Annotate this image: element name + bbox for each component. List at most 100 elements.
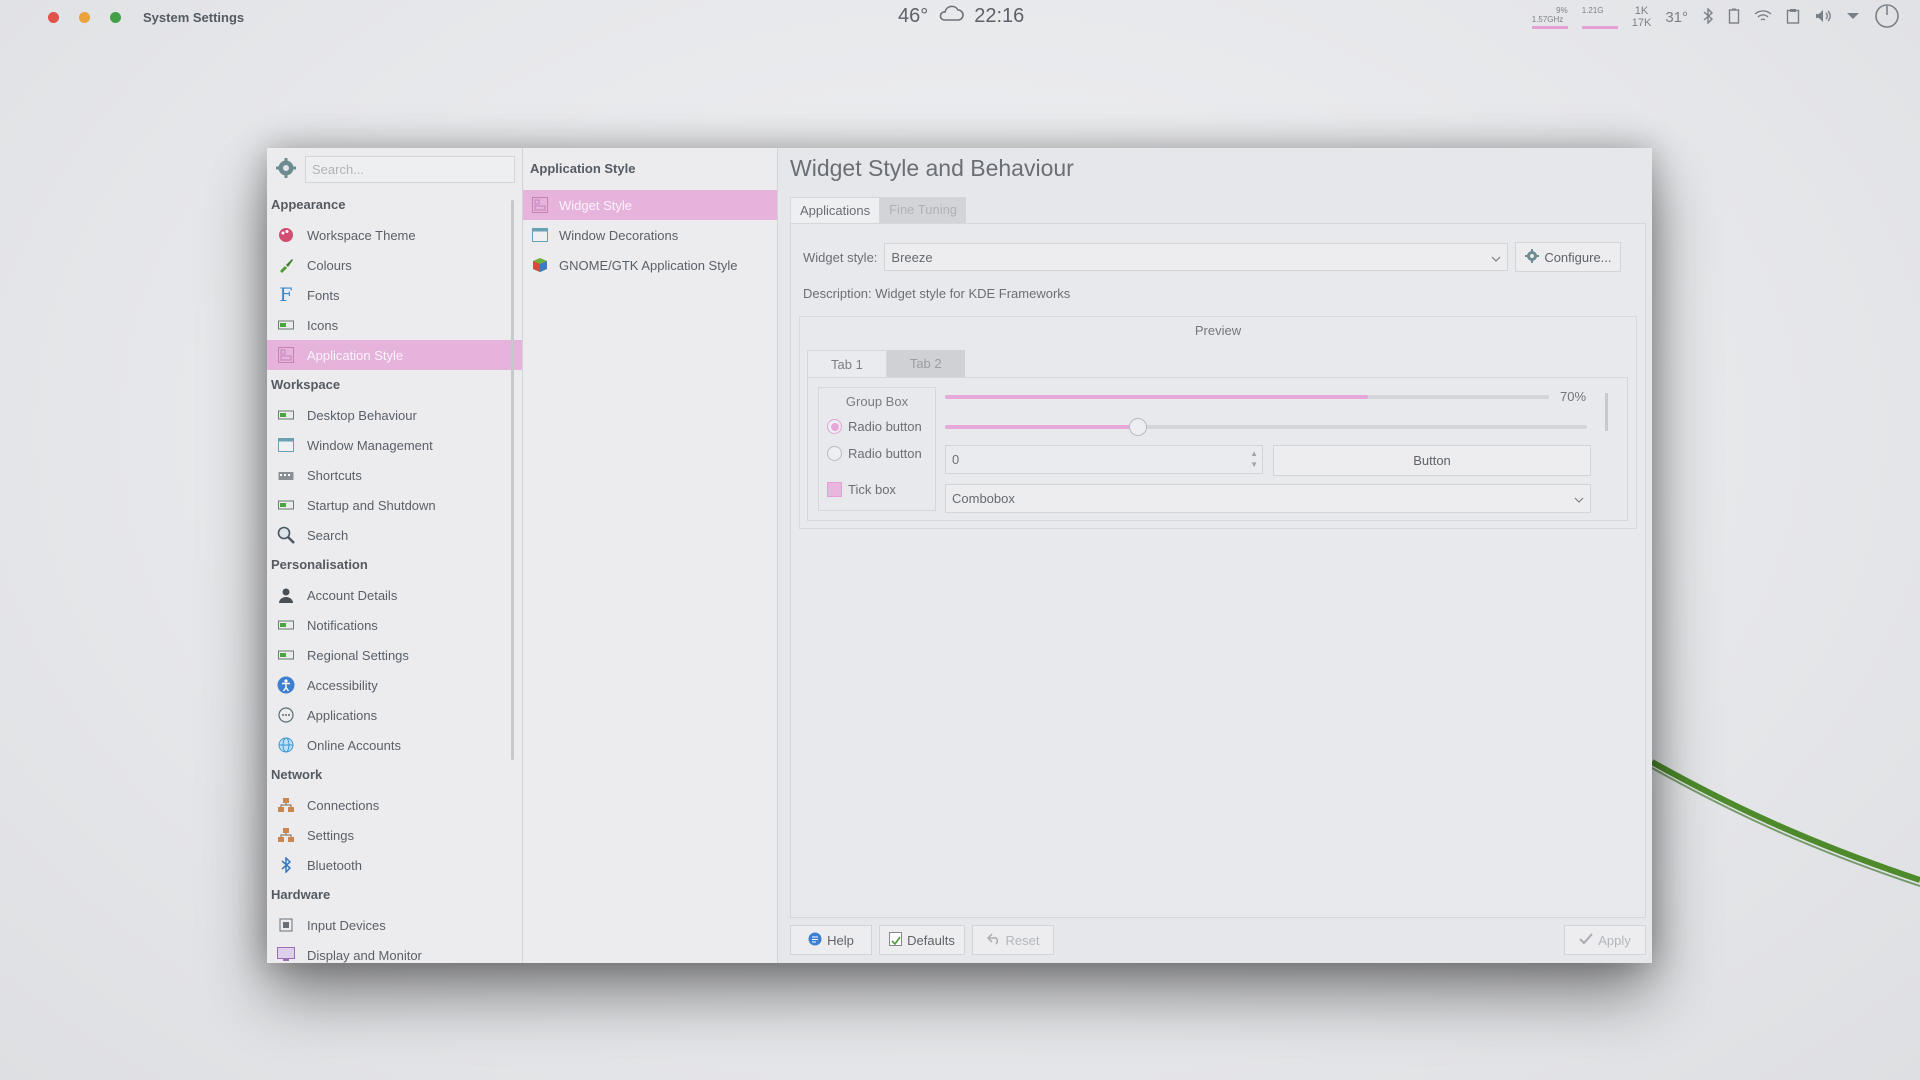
defaults-button[interactable]: Defaults: [879, 925, 965, 955]
sidebar-item-input-devices[interactable]: Input Devices: [267, 910, 522, 940]
net-up: 17K: [1631, 17, 1652, 29]
sidebar-item-account-details[interactable]: Account Details: [267, 580, 522, 610]
subcategory-panel: Application Style Widget Style Window De…: [523, 148, 778, 963]
bluetooth-icon[interactable]: [1702, 6, 1714, 27]
power-icon[interactable]: [1874, 3, 1900, 32]
sidebar-item-applications[interactable]: Applications: [267, 700, 522, 730]
network-monitor[interactable]: 1K 17K: [1632, 5, 1652, 29]
radio-label: Radio button: [848, 419, 922, 434]
tick-label: Tick box: [848, 482, 896, 497]
subcategory-widget-style[interactable]: Widget Style: [523, 190, 777, 220]
reset-button[interactable]: Reset: [972, 925, 1054, 955]
subcategory-window-decorations[interactable]: Window Decorations: [523, 220, 777, 250]
cpu-monitor[interactable]: 9% 1.57GHz: [1531, 5, 1568, 29]
window-controls: [48, 11, 121, 23]
subcategory-label: Window Decorations: [559, 227, 679, 243]
sidebar-item-label: Applications: [307, 707, 378, 723]
sidebar-scrollbar[interactable]: [511, 200, 514, 760]
subcategory-label: Widget Style: [559, 197, 632, 213]
sidebar-item-bluetooth[interactable]: Bluetooth: [267, 850, 522, 880]
slider-handle[interactable]: [1128, 418, 1147, 436]
preview-spinbox[interactable]: 0 ▲ ▼: [945, 445, 1263, 474]
icons-icon: [277, 316, 295, 334]
defaults-label: Defaults: [907, 932, 955, 948]
tab-applications[interactable]: Applications: [790, 197, 881, 223]
sidebar-item-workspace-theme[interactable]: Workspace Theme: [267, 220, 522, 250]
cpu-percent: 9%: [1556, 5, 1568, 15]
sidebar-item-network-settings[interactable]: Settings: [267, 820, 522, 850]
sidebar-item-label: Display and Monitor: [307, 947, 422, 963]
preview-tab-1[interactable]: Tab 1: [807, 350, 887, 377]
sidebar-item-shortcuts[interactable]: Shortcuts: [267, 460, 522, 490]
preview-button[interactable]: Button: [1273, 445, 1591, 476]
gear-icon: [1525, 248, 1540, 266]
sidebar-item-display-monitor[interactable]: Display and Monitor: [267, 940, 522, 963]
minimize-button[interactable]: [79, 11, 90, 23]
preview-scrollbar[interactable]: [1605, 393, 1608, 431]
category-hardware: Hardware: [271, 887, 331, 902]
widget-style-combobox[interactable]: Breeze: [884, 243, 1509, 271]
volume-icon[interactable]: [1814, 8, 1832, 27]
help-button[interactable]: Help: [790, 925, 872, 955]
sidebar-item-label: Fonts: [307, 287, 340, 303]
bluetooth-icon: [277, 856, 295, 874]
sidebar-item-regional-settings[interactable]: Regional Settings: [267, 640, 522, 670]
sidebar-item-fonts[interactable]: F Fonts: [267, 280, 522, 310]
clipboard-icon[interactable]: [1786, 8, 1800, 27]
configure-button[interactable]: Configure...: [1515, 242, 1622, 272]
preview-radio-2[interactable]: Radio button: [819, 440, 935, 467]
temperature: 46°: [898, 4, 929, 27]
progress-label: 70%: [1560, 389, 1587, 404]
top-panel: System Settings 46° 22:16 9% 1.57GHz 1.2…: [0, 0, 1920, 34]
sidebar-item-application-style[interactable]: Application Style: [267, 340, 522, 370]
subcategory-gtk-style[interactable]: GNOME/GTK Application Style: [523, 250, 777, 280]
content-tabs: Applications Fine Tuning: [790, 197, 967, 223]
sidebar-item-label: Workspace Theme: [307, 227, 416, 243]
preview-tick-box[interactable]: Tick box: [819, 476, 935, 503]
preview-tab-2[interactable]: Tab 2: [886, 350, 965, 377]
notification-icon: [277, 616, 295, 634]
settings-gear-icon[interactable]: [275, 157, 297, 182]
preview-group-box: Group Box Radio button Radio button Tick…: [818, 387, 936, 511]
input-devices-icon: [277, 916, 295, 934]
window-icon: [277, 436, 295, 454]
preview-title: Preview: [1194, 323, 1242, 338]
sidebar-item-desktop-behaviour[interactable]: Desktop Behaviour: [267, 400, 522, 430]
sidebar-item-connections[interactable]: Connections: [267, 790, 522, 820]
cloud-icon: [938, 4, 964, 28]
tray-expand-icon[interactable]: [1846, 10, 1860, 24]
sidebar-item-search[interactable]: Search: [267, 520, 522, 550]
preview-slider[interactable]: [945, 425, 1587, 429]
spinbox-arrows-icon[interactable]: ▲ ▼: [1250, 448, 1258, 470]
sidebar-item-startup-shutdown[interactable]: Startup and Shutdown: [267, 490, 522, 520]
sidebar-item-window-management[interactable]: Window Management: [267, 430, 522, 460]
close-button[interactable]: [48, 11, 59, 23]
widget-style-icon: [531, 196, 549, 214]
wifi-icon[interactable]: [1754, 9, 1772, 26]
radio-label: Radio button: [848, 446, 922, 461]
preview-radio-1[interactable]: Radio button: [819, 413, 935, 440]
active-window-title: System Settings: [143, 9, 245, 25]
battery-icon[interactable]: [1728, 8, 1740, 27]
apply-button[interactable]: Apply: [1564, 925, 1646, 955]
maximize-button[interactable]: [110, 11, 121, 23]
sidebar-item-label: Colours: [307, 257, 352, 273]
sidebar-item-label: Application Style: [307, 347, 404, 363]
sidebar-item-label: Settings: [307, 827, 354, 843]
progress-fill: [945, 395, 1368, 399]
cpu-temperature[interactable]: 31°: [1665, 9, 1688, 26]
sidebar-item-label: Desktop Behaviour: [307, 407, 417, 423]
search-input[interactable]: [305, 155, 515, 183]
weather-clock[interactable]: 46° 22:16: [898, 4, 1024, 28]
sidebar-item-online-accounts[interactable]: Online Accounts: [267, 730, 522, 760]
sidebar-item-notifications[interactable]: Notifications: [267, 610, 522, 640]
memory-monitor[interactable]: 1.21G: [1581, 6, 1618, 29]
sidebar-item-colours[interactable]: Colours: [267, 250, 522, 280]
page-title: Widget Style and Behaviour: [790, 155, 1074, 181]
sidebar-item-icons[interactable]: Icons: [267, 310, 522, 340]
tab-fine-tuning[interactable]: Fine Tuning: [880, 197, 967, 223]
sidebar-item-accessibility[interactable]: Accessibility: [267, 670, 522, 700]
preview-combobox[interactable]: Combobox: [945, 484, 1591, 513]
accessibility-icon: [277, 676, 295, 694]
gtk-icon: [531, 256, 549, 274]
